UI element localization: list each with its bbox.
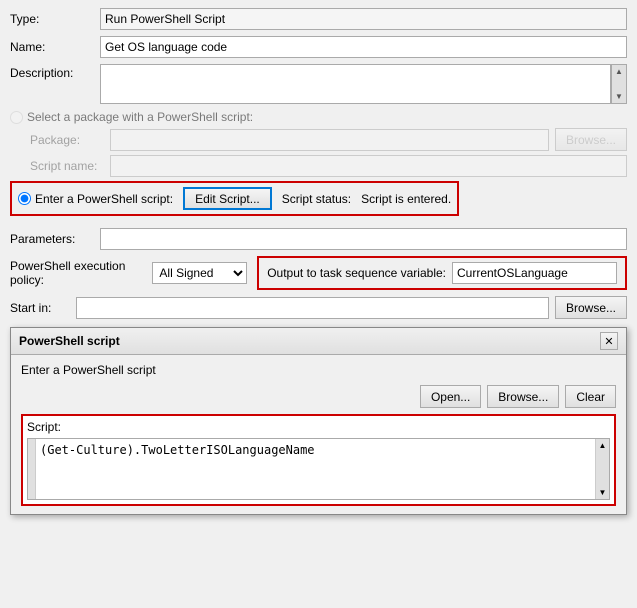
browse-start-button[interactable]: Browse... xyxy=(555,296,627,319)
description-label: Description: xyxy=(10,64,100,80)
type-label: Type: xyxy=(10,12,100,26)
clear-button[interactable]: Clear xyxy=(565,385,616,408)
script-scroll-down-icon: ▼ xyxy=(599,488,607,497)
start-label: Start in: xyxy=(10,301,70,315)
open-button[interactable]: Open... xyxy=(420,385,481,408)
script-textarea[interactable]: (Get-Culture).TwoLetterISOLanguageName xyxy=(36,439,595,499)
parameters-label: Parameters: xyxy=(10,232,100,246)
select-package-row: Select a package with a PowerShell scrip… xyxy=(10,110,627,124)
dialog-buttons-row: Open... Browse... Clear xyxy=(21,385,616,408)
description-scrollbar[interactable]: ▲ ▼ xyxy=(611,64,627,104)
policy-select[interactable]: All Signed Bypass Restricted Undefined xyxy=(152,262,247,284)
dialog-close-button[interactable]: ✕ xyxy=(600,332,618,350)
type-input[interactable] xyxy=(100,8,627,30)
description-row: Description: ▲ ▼ xyxy=(10,64,627,104)
browse-package-button[interactable]: Browse... xyxy=(555,128,627,151)
script-label: Script: xyxy=(27,420,610,434)
name-input[interactable] xyxy=(100,36,627,58)
dialog-subtitle: Enter a PowerShell script xyxy=(21,363,616,377)
enter-script-section: Enter a PowerShell script: Edit Script..… xyxy=(10,181,627,222)
main-panel: Type: Name: Description: ▲ ▼ Select a pa… xyxy=(0,0,637,523)
package-label: Package: xyxy=(30,133,110,147)
edit-script-button[interactable]: Edit Script... xyxy=(183,187,272,210)
script-scrollbar[interactable]: ▲ ▼ xyxy=(595,439,609,499)
name-label: Name: xyxy=(10,40,100,54)
powershell-dialog: PowerShell script ✕ Enter a PowerShell s… xyxy=(10,327,627,515)
script-area-wrapper: (Get-Culture).TwoLetterISOLanguageName ▲… xyxy=(27,438,610,500)
start-input[interactable] xyxy=(76,297,549,319)
dialog-titlebar: PowerShell script ✕ xyxy=(11,328,626,355)
enter-script-radio[interactable] xyxy=(18,192,31,205)
package-input[interactable] xyxy=(110,129,549,151)
output-label: Output to task sequence variable: xyxy=(267,266,446,280)
output-section: Output to task sequence variable: xyxy=(257,256,627,290)
script-name-label: Script name: xyxy=(30,159,110,173)
browse-button[interactable]: Browse... xyxy=(487,385,559,408)
enter-script-label: Enter a PowerShell script: xyxy=(35,192,173,206)
name-row: Name: xyxy=(10,36,627,58)
type-row: Type: xyxy=(10,8,627,30)
package-row: Package: Browse... xyxy=(10,128,627,151)
script-name-row: Script name: xyxy=(10,155,627,177)
select-package-radio[interactable] xyxy=(10,111,23,124)
script-left-bar xyxy=(28,439,36,499)
script-scroll-up-icon: ▲ xyxy=(599,441,607,450)
script-status-value: Script is entered. xyxy=(361,192,451,206)
policy-output-row: PowerShell execution policy: All Signed … xyxy=(10,256,627,290)
enter-script-radio-row: Enter a PowerShell script: xyxy=(18,192,173,206)
dialog-body: Enter a PowerShell script Open... Browse… xyxy=(11,355,626,514)
parameters-row: Parameters: xyxy=(10,228,627,250)
scroll-up-icon: ▲ xyxy=(615,67,623,76)
dialog-title: PowerShell script xyxy=(19,334,120,348)
enter-script-highlighted: Enter a PowerShell script: Edit Script..… xyxy=(10,181,459,216)
scroll-down-icon: ▼ xyxy=(615,92,623,101)
description-input[interactable] xyxy=(100,64,611,104)
script-status-label: Script status: xyxy=(282,192,351,206)
parameters-input[interactable] xyxy=(100,228,627,250)
script-highlighted-section: Script: (Get-Culture).TwoLetterISOLangua… xyxy=(21,414,616,506)
select-package-label: Select a package with a PowerShell scrip… xyxy=(27,110,253,124)
policy-label: PowerShell execution policy: xyxy=(10,259,142,287)
script-name-input[interactable] xyxy=(110,155,627,177)
start-row: Start in: Browse... xyxy=(10,296,627,319)
output-input[interactable] xyxy=(452,262,617,284)
